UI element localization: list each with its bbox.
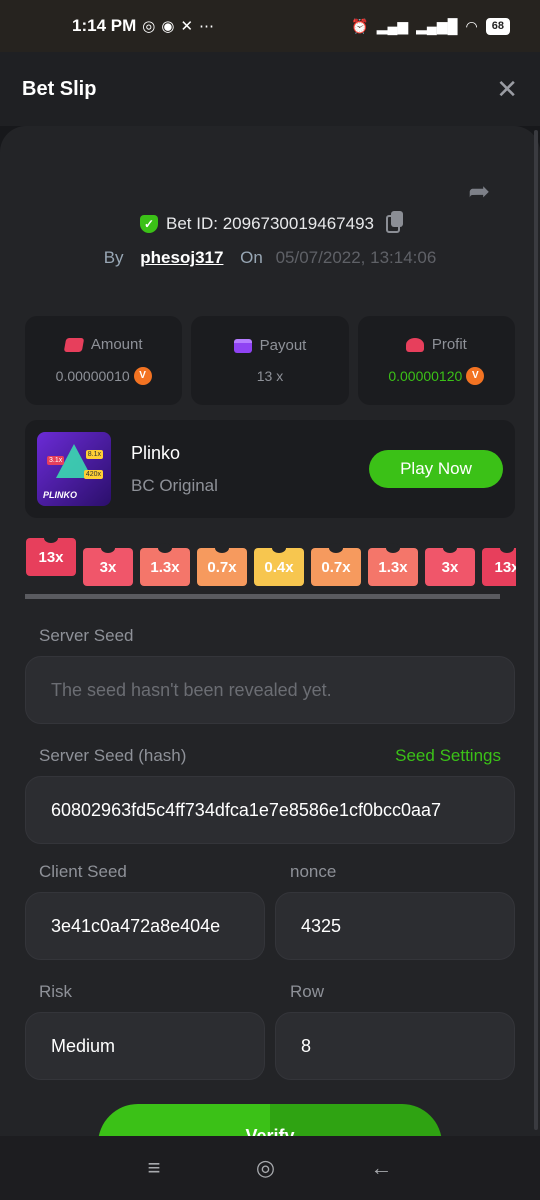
stat-amount: Amount 0.00000010 V — [25, 316, 183, 405]
multiplier-label: 1.3x — [378, 558, 408, 576]
profit-icon — [405, 337, 424, 352]
multiplier-label: 13x — [38, 548, 64, 566]
row-label: Row — [290, 982, 325, 1001]
battery-icon: 68 — [485, 17, 510, 35]
verify-button[interactable]: Verify — [98, 1104, 442, 1136]
client-seed-field[interactable]: 3e41c0a472a8e404e — [25, 892, 265, 960]
close-icon[interactable]: ✕ — [496, 74, 518, 105]
bet-slip-panel: ➦ ✓ Bet ID: 2096730019467493 By phesoj31… — [0, 126, 540, 1136]
payout-icon — [233, 338, 252, 353]
multiplier-label: 0.7x — [321, 558, 351, 576]
multiplier-label: 3x — [99, 558, 117, 576]
messenger-icon: ◉ — [161, 18, 175, 35]
coin-icon: V — [466, 367, 485, 385]
stat-payout: Payout 13 x — [191, 316, 349, 405]
bet-date: 05/07/2022, 13:14:06 — [275, 248, 437, 267]
seed-settings-link[interactable]: Seed Settings — [395, 746, 501, 766]
back-icon[interactable]: ← — [370, 1155, 392, 1181]
translate-icon: ✕ — [180, 18, 194, 35]
home-icon[interactable]: ◎ — [256, 1155, 275, 1181]
bet-stats: Amount 0.00000010 V Payout 13 x Profit 0.… — [25, 316, 515, 405]
payout-value: 13 x — [256, 368, 284, 384]
more-icon: ⋯ — [199, 18, 215, 35]
signal-icon: ▂▄▆ — [376, 17, 409, 34]
multiplier-slot: 1.3x — [368, 543, 418, 586]
bet-byline: By phesoj317 On 05/07/2022, 13:14:06 — [0, 248, 540, 268]
multiplier-slot: 13x — [482, 543, 516, 586]
nonce-field[interactable]: 4325 — [275, 892, 515, 960]
amount-label: Amount — [90, 336, 143, 353]
risk-label: Risk — [39, 982, 73, 1001]
multiplier-slot: 13x — [26, 536, 76, 576]
game-name: Plinko — [131, 442, 181, 463]
coin-icon: V — [133, 367, 152, 385]
shield-check-icon: ✓ — [140, 215, 159, 233]
profit-label: Profit — [431, 336, 467, 353]
signal-icon-2: ▂▄▆█ — [416, 17, 458, 34]
amount-value: 0.00000010 — [55, 368, 130, 384]
multiplier-label: 1.3x — [150, 558, 180, 576]
multiplier-slot: 0.4x — [254, 543, 304, 586]
risk-field[interactable]: Medium — [25, 1012, 265, 1080]
bet-id-row: ✓ Bet ID: 2096730019467493 — [0, 211, 540, 234]
bet-id: Bet ID: 2096730019467493 — [166, 214, 374, 233]
menu-icon[interactable]: ≡ — [148, 1155, 161, 1181]
thumbnail-text: PLINKO — [43, 490, 78, 500]
status-bar: 1:14 PM ◎ ◉ ✕ ⋯ ⏰ ▂▄▆ ▂▄▆█ ◠ 68 — [0, 0, 540, 52]
by-label: By — [103, 248, 124, 267]
share-icon[interactable]: ➦ — [468, 176, 490, 207]
scrollbar[interactable] — [534, 130, 538, 1130]
username-link[interactable]: phesoj317 — [140, 248, 223, 267]
multiplier-bar — [25, 594, 500, 599]
payout-label: Payout — [259, 337, 307, 354]
status-time: 1:14 PM — [72, 16, 137, 35]
stat-profit: Profit 0.00000120 V — [357, 316, 515, 405]
nonce-label: nonce — [290, 862, 337, 881]
profit-value: 0.00000120 — [388, 368, 463, 384]
multiplier-row: 13x 3x 1.3x 0.7x 0.4x 0.7x 1.3x 3x 13x — [26, 536, 516, 592]
server-hash-field[interactable]: 60802963fd5c4ff734dfca1e7e8586e1cf0bcc0a… — [25, 776, 515, 844]
multiplier-slot: 0.7x — [197, 543, 247, 586]
game-subtitle: BC Original — [131, 475, 218, 495]
multiplier-slot: 3x — [83, 543, 133, 586]
multiplier-label: 13x — [494, 558, 516, 576]
game-thumbnail: 3.1x 8.1x 420x PLINKO — [37, 432, 111, 506]
client-seed-label: Client Seed — [39, 862, 127, 881]
alarm-icon: ⏰ — [351, 17, 369, 34]
amount-icon — [63, 337, 85, 352]
game-card: 3.1x 8.1x 420x PLINKO Plinko BC Original… — [25, 420, 515, 518]
on-label: On — [240, 248, 263, 267]
multiplier-label: 0.4x — [264, 558, 294, 576]
server-seed-field[interactable]: The seed hasn't been revealed yet. — [25, 656, 515, 724]
copy-icon[interactable] — [385, 211, 403, 233]
multiplier-slot: 1.3x — [140, 543, 190, 586]
multiplier-slot: 3x — [425, 543, 475, 586]
server-hash-label: Server Seed (hash) — [39, 746, 187, 765]
bet-slip-header: Bet Slip ✕ — [0, 52, 540, 126]
wifi-icon: ◠ — [465, 17, 478, 34]
server-seed-label: Server Seed — [39, 626, 134, 645]
play-now-button[interactable]: Play Now — [369, 450, 503, 488]
multiplier-label: 3x — [441, 558, 459, 576]
multiplier-label: 0.7x — [207, 558, 237, 576]
row-field[interactable]: 8 — [275, 1012, 515, 1080]
whatsapp-icon: ◎ — [142, 18, 156, 35]
multiplier-slot: 0.7x — [311, 543, 361, 586]
system-nav-bar: ≡ ◎ ← — [0, 1136, 540, 1200]
page-title: Bet Slip — [22, 77, 97, 100]
